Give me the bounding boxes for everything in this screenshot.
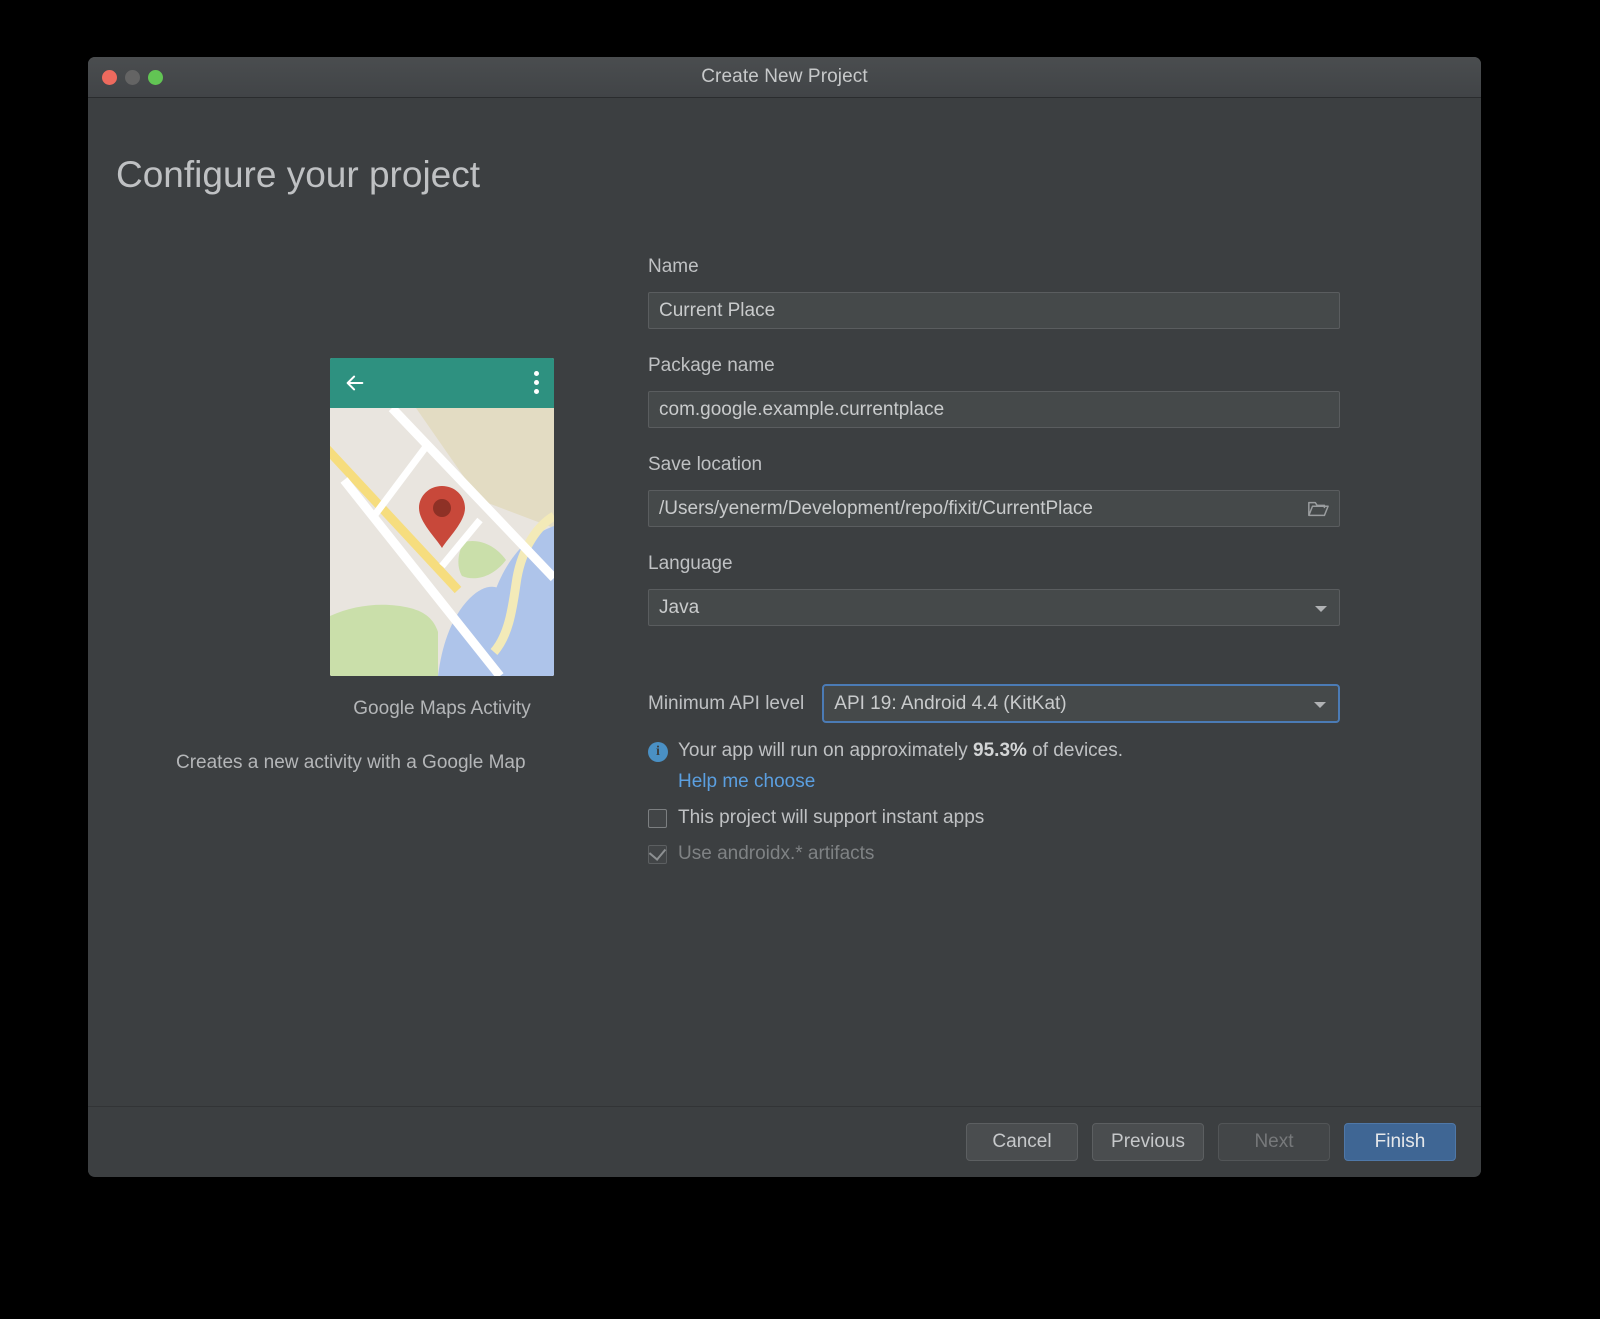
name-label: Name	[648, 256, 699, 277]
info-icon: i	[648, 742, 668, 762]
more-vertical-icon	[534, 371, 539, 398]
checkmark-icon	[648, 842, 667, 861]
minimum-api-level-label: Minimum API level	[648, 692, 805, 714]
maximize-button[interactable]	[148, 69, 163, 85]
cancel-button[interactable]: Cancel	[966, 1122, 1078, 1161]
androidx-label: Use androidx.* artifacts	[678, 843, 875, 864]
dialog-footer: Cancel Previous Next Finish	[88, 1106, 1481, 1176]
previous-button[interactable]: Previous	[1092, 1122, 1204, 1161]
coverage-suffix: of devices.	[1026, 740, 1124, 761]
language-select[interactable]: Java	[648, 589, 1340, 626]
package-name-input-value: com.google.example.currentplace	[659, 398, 945, 420]
template-description: Creates a new activity with a Google Map	[176, 752, 526, 773]
minimize-button[interactable]	[125, 69, 140, 85]
minimum-api-level-value: API 19: Android 4.4 (KitKat)	[834, 692, 1067, 714]
folder-icon[interactable]	[1307, 500, 1329, 517]
save-location-input[interactable]: /Users/yenerm/Development/repo/fixit/Cur…	[648, 490, 1340, 527]
page-title: Configure your project	[116, 154, 481, 195]
language-select-value: Java	[659, 596, 700, 618]
coverage-prefix: Your app will run on approximately	[678, 740, 974, 761]
field-minimum-api-level: Minimum API level API 19: Android 4.4 (K…	[648, 684, 1340, 723]
field-language: Language Java	[648, 553, 1340, 626]
instant-apps-checkbox[interactable]	[648, 808, 667, 828]
language-label: Language	[648, 553, 733, 574]
help-me-choose-link[interactable]: Help me choose	[678, 771, 815, 793]
create-new-project-dialog: Create New Project Configure your projec…	[88, 57, 1481, 1177]
androidx-checkbox	[648, 842, 667, 864]
finish-button[interactable]: Finish	[1344, 1122, 1456, 1161]
template-name-label: Google Maps Activity	[353, 698, 531, 719]
name-input-value: Current Place	[659, 299, 776, 321]
device-coverage-info: i Your app will run on approximately 95.…	[648, 740, 1340, 762]
screen-root: Create New Project Configure your projec…	[0, 0, 1600, 1319]
preview-app-bar	[330, 358, 554, 408]
close-button[interactable]	[102, 69, 117, 85]
save-location-label: Save location	[648, 454, 763, 475]
device-coverage-text: Your app will run on approximately 95.3%…	[678, 740, 1123, 762]
window-title: Create New Project	[701, 66, 868, 87]
coverage-percent: 95.3%	[973, 740, 1027, 761]
dialog-body: Configure your project Google Maps Activ…	[88, 98, 1481, 1176]
save-location-input-value: /Users/yenerm/Development/repo/fixit/Cur…	[659, 497, 1094, 519]
chevron-down-icon	[1314, 701, 1326, 708]
name-input[interactable]: Current Place	[648, 292, 1340, 329]
package-name-label: Package name	[648, 355, 775, 376]
next-button: Next	[1218, 1122, 1330, 1161]
field-package-name: Package name com.google.example.currentp…	[648, 355, 1340, 428]
field-name: Name Current Place	[648, 256, 1340, 329]
package-name-input[interactable]: com.google.example.currentplace	[648, 391, 1340, 428]
minimum-api-level-select[interactable]: API 19: Android 4.4 (KitKat)	[822, 684, 1340, 723]
arrow-left-icon	[346, 375, 364, 391]
activity-preview-image	[330, 358, 554, 676]
map-illustration	[330, 408, 554, 676]
instant-apps-row[interactable]: This project will support instant apps	[648, 807, 1340, 829]
field-save-location: Save location /Users/yenerm/Development/…	[648, 454, 1340, 527]
chevron-down-icon	[1315, 605, 1327, 612]
window-controls	[102, 57, 163, 97]
instant-apps-label: This project will support instant apps	[678, 807, 985, 828]
template-preview-panel: Google Maps Activity Creates a new activ…	[176, 358, 642, 773]
project-config-form: Name Current Place Package name com.goog…	[648, 256, 1340, 865]
window-titlebar: Create New Project	[88, 57, 1481, 98]
androidx-row: Use androidx.* artifacts	[648, 842, 1340, 865]
